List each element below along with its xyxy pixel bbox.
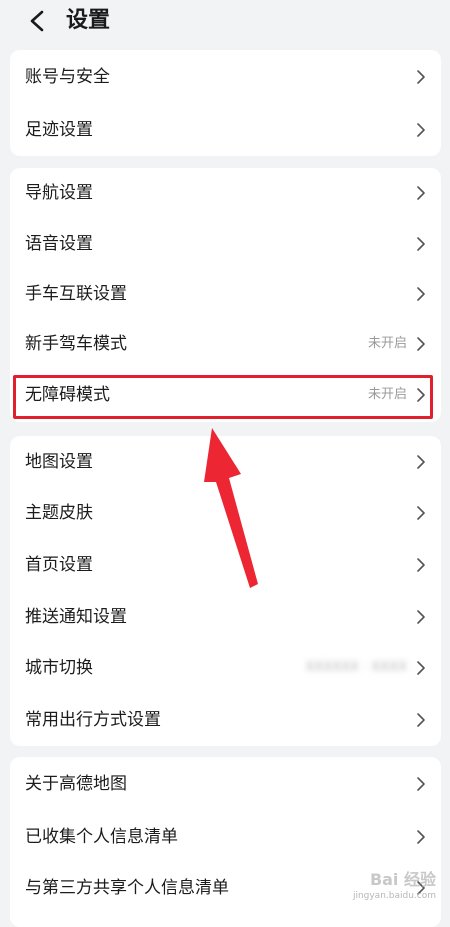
settings-group-about: 关于高德地图 已收集个人信息清单 与第三方共享个人信息清单 [10, 757, 441, 927]
row-label: 主题皮肤 [25, 503, 93, 524]
chevron-right-icon [417, 609, 425, 624]
row-label: 无障碍模式 [25, 384, 110, 405]
chevron-right-icon [417, 454, 425, 469]
row-label: 足迹设置 [25, 119, 93, 140]
settings-row-theme-skin[interactable]: 主题皮肤 [10, 488, 441, 540]
chevron-left-icon [30, 10, 44, 32]
settings-row-accessibility[interactable]: 无障碍模式 未开启 [10, 370, 441, 420]
settings-row-voice[interactable]: 语音设置 [10, 218, 441, 268]
row-label: 手车互联设置 [25, 283, 127, 304]
back-button[interactable] [22, 6, 52, 36]
settings-row-map[interactable]: 地图设置 [10, 436, 441, 488]
current-city-text: XXXXXX · XXXX [305, 660, 407, 676]
row-label: 导航设置 [25, 183, 93, 204]
settings-row-about[interactable]: 关于高德地图 [10, 757, 441, 811]
settings-group-display: 地图设置 主题皮肤 首页设置 推送通知设置 城市切换 XXXXXX · XXXX… [10, 436, 441, 746]
chevron-right-icon [417, 829, 425, 844]
chevron-right-icon [417, 777, 425, 791]
row-label: 语音设置 [25, 233, 93, 254]
row-label: 与第三方共享个人信息清单 [25, 877, 229, 898]
chevron-right-icon [417, 558, 425, 572]
row-label: 城市切换 [25, 658, 93, 679]
settings-group-driving: 导航设置 语音设置 手车互联设置 新手驾车模式 未开启 无障碍模式 未开启 [10, 168, 441, 422]
settings-row-third-party-info[interactable]: 与第三方共享个人信息清单 [10, 862, 441, 913]
status-text: 未开启 [367, 386, 407, 402]
page-title: 设置 [66, 8, 111, 33]
settings-row-travel-mode[interactable]: 常用出行方式设置 [10, 694, 441, 746]
chevron-right-icon [417, 337, 425, 352]
status-text: 未开启 [367, 336, 407, 352]
chevron-right-icon [417, 236, 425, 251]
settings-row-phone-car-link[interactable]: 手车互联设置 [10, 269, 441, 319]
row-label: 首页设置 [25, 554, 93, 575]
chevron-right-icon [417, 880, 425, 895]
settings-row-city-switch[interactable]: 城市切换 XXXXXX · XXXX [10, 642, 441, 694]
row-label: 关于高德地图 [25, 774, 127, 794]
settings-row-novice-driving[interactable]: 新手驾车模式 未开启 [10, 319, 441, 369]
settings-row-push-notification[interactable]: 推送通知设置 [10, 591, 441, 643]
settings-row-navigation[interactable]: 导航设置 [10, 168, 441, 218]
settings-group-account: 账号与安全 足迹设置 [10, 50, 441, 156]
chevron-right-icon [417, 122, 425, 137]
row-label: 已收集个人信息清单 [25, 826, 178, 847]
settings-row-collected-info[interactable]: 已收集个人信息清单 [10, 811, 441, 862]
row-label: 推送通知设置 [25, 606, 127, 627]
chevron-right-icon [417, 506, 425, 521]
chevron-right-icon [417, 287, 425, 301]
chevron-right-icon [417, 69, 425, 84]
chevron-right-icon [417, 186, 425, 200]
row-label: 新手驾车模式 [25, 334, 127, 355]
header-bar: 设置 [0, 0, 450, 44]
settings-row-footprint[interactable]: 足迹设置 [10, 103, 441, 156]
settings-row-account-security[interactable]: 账号与安全 [10, 50, 441, 103]
settings-row-homepage[interactable]: 首页设置 [10, 539, 441, 591]
row-label: 地图设置 [25, 451, 93, 472]
chevron-right-icon [417, 387, 425, 402]
row-label: 常用出行方式设置 [25, 709, 161, 730]
row-label: 账号与安全 [25, 66, 110, 87]
chevron-right-icon [417, 713, 425, 727]
chevron-right-icon [417, 661, 425, 675]
